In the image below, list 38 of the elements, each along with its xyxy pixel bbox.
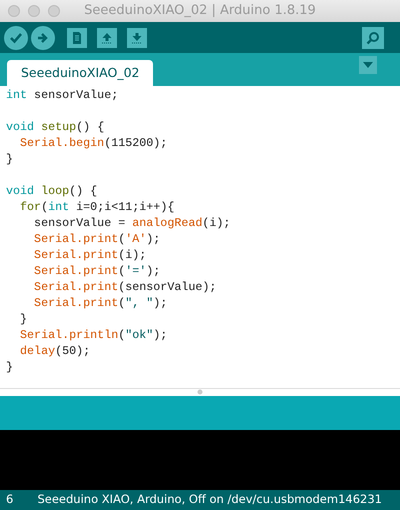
code-line: Serial.println("ok"); <box>19 327 168 343</box>
code-line: int sensorValue; <box>6 87 120 103</box>
code-line: for(int i=0;i<11;i++){ <box>19 199 176 215</box>
save-button[interactable] <box>127 28 147 48</box>
check-icon <box>9 32 23 44</box>
code-line: Serial.print(", "); <box>33 295 168 311</box>
window-title: SeeeduinoXIAO_02 | Arduino 1.8.19 <box>84 2 316 20</box>
minimize-button[interactable] <box>28 5 40 17</box>
verify-button[interactable] <box>4 26 28 50</box>
arrow-up-icon <box>101 32 113 44</box>
new-button[interactable] <box>67 28 87 48</box>
board-info: Seeeduino XIAO, Arduino, Off on /dev/cu.usbmodem146231 <box>37 491 382 508</box>
code-line: } <box>6 359 14 375</box>
code-line: Serial.print(i); <box>33 247 148 263</box>
code-line: } <box>6 151 14 167</box>
code-line: Serial.print(sensorValue); <box>33 279 218 295</box>
code-line: void setup() { <box>6 119 106 135</box>
tab[interactable]: SeeeduinoXIAO_02 <box>7 60 154 86</box>
document-icon <box>72 32 82 44</box>
splitter-handle-icon[interactable] <box>197 389 203 395</box>
code-line: delay(50); <box>19 343 92 359</box>
arrow-down-icon <box>131 32 143 44</box>
code-line: sensorValue = analogRead(i); <box>33 215 232 231</box>
code-line: } <box>19 311 28 327</box>
line-number: 6 <box>6 491 14 508</box>
code-line: Serial.print('A'); <box>33 231 162 247</box>
open-button[interactable] <box>97 28 117 48</box>
serial-monitor-button[interactable] <box>362 26 384 48</box>
arrow-right-icon <box>37 32 49 42</box>
code-line: void loop() { <box>6 183 98 199</box>
search-icon <box>366 30 380 44</box>
caret-icon <box>363 62 373 68</box>
zoom-button[interactable] <box>48 5 60 17</box>
code-line: Serial.begin(115200); <box>19 135 168 151</box>
upload-button[interactable] <box>31 26 55 50</box>
code-line: Serial.print('='); <box>33 263 162 279</box>
close-button[interactable] <box>8 5 20 17</box>
tab-menu-button[interactable] <box>359 56 377 74</box>
